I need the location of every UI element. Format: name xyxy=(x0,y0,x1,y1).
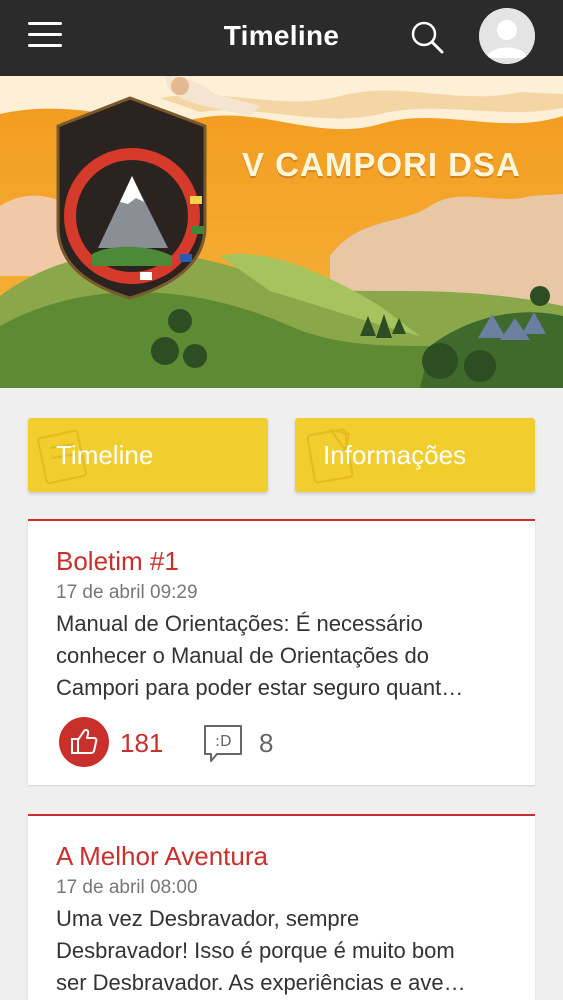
comment-count: 8 xyxy=(259,728,274,758)
svg-text::D: :D xyxy=(215,732,232,750)
post-card[interactable]: Boletim #1 17 de abril 09:29 Manual de O… xyxy=(28,519,535,785)
info-button-label: Informações xyxy=(323,440,467,470)
timeline-button-label: Timeline xyxy=(56,440,154,470)
user-avatar-icon[interactable] xyxy=(479,8,535,64)
search-icon[interactable] xyxy=(409,19,445,55)
post-excerpt-line: Uma vez Desbravador, sempre xyxy=(56,906,360,931)
post-excerpt: Manual de Orientações: É necessário conh… xyxy=(56,608,511,704)
like-button[interactable] xyxy=(59,717,109,767)
info-button[interactable]: Informações xyxy=(295,418,535,492)
post-excerpt-line: conhecer o Manual de Orientações do xyxy=(56,643,430,668)
post-excerpt-line: Desbravador! Isso é porque é muito bom xyxy=(56,938,455,963)
comment-icon[interactable]: :D xyxy=(203,724,247,764)
post-title: A Melhor Aventura xyxy=(56,841,268,871)
post-excerpt-line: Manual de Orientações: É necessário xyxy=(56,611,423,636)
event-banner: V CAMPORI DSA xyxy=(0,76,563,388)
post-excerpt-line: Campori para poder estar seguro quant… xyxy=(56,675,464,700)
section-buttons: Timeline Informações xyxy=(28,418,535,492)
like-count: 181 xyxy=(120,728,164,758)
post-card[interactable]: A Melhor Aventura 17 de abril 08:00 Uma … xyxy=(28,814,535,1000)
post-date: 17 de abril 09:29 xyxy=(56,582,198,603)
post-date: 17 de abril 08:00 xyxy=(56,877,198,898)
timeline-button[interactable]: Timeline xyxy=(28,418,268,492)
top-app-bar: Timeline xyxy=(0,0,563,76)
post-title: Boletim #1 xyxy=(56,546,179,576)
banner-illustration xyxy=(0,76,563,388)
post-excerpt: Uma vez Desbravador, sempre Desbravador!… xyxy=(56,903,511,999)
banner-title: V CAMPORI DSA xyxy=(242,146,521,183)
post-excerpt-line: ser Desbravador. As experiências e ave… xyxy=(56,970,466,995)
thumbs-up-icon xyxy=(71,729,98,754)
